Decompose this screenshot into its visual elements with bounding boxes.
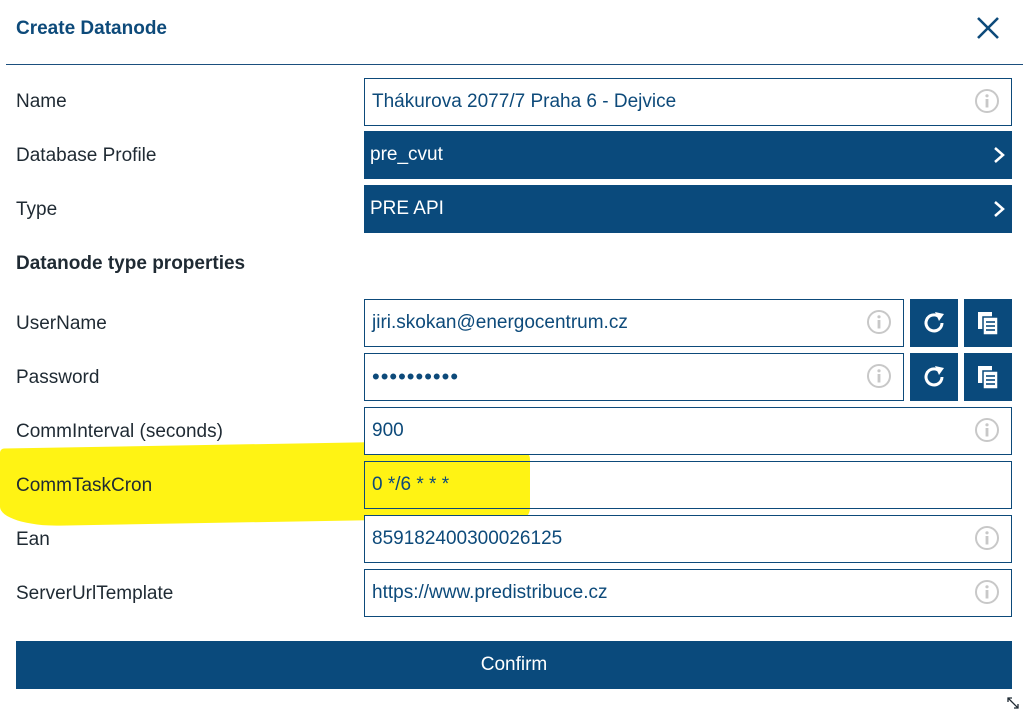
- copy-icon: [978, 366, 999, 390]
- refresh-icon: [924, 366, 944, 387]
- password-refresh-button[interactable]: [910, 353, 958, 401]
- ean-label: Ean: [16, 529, 50, 550]
- comm-task-cron-label: CommTaskCron: [16, 475, 153, 496]
- resize-handle-icon[interactable]: [1006, 696, 1020, 710]
- comm-interval-value: 900: [372, 420, 404, 441]
- database-profile-value: pre_cvut: [370, 144, 443, 165]
- type-select[interactable]: PRE API: [364, 185, 1012, 233]
- username-copy-button[interactable]: [964, 299, 1012, 347]
- info-icon[interactable]: [867, 364, 891, 388]
- password-label: Password: [16, 367, 100, 388]
- username-label: UserName: [16, 313, 107, 334]
- comm-interval-input[interactable]: 900: [364, 407, 1012, 455]
- copy-icon: [978, 312, 999, 336]
- info-icon[interactable]: [975, 526, 999, 550]
- info-icon[interactable]: [867, 310, 891, 334]
- username-value: jiri.skokan@energocentrum.cz: [372, 312, 628, 333]
- password-input[interactable]: ••••••••••: [364, 353, 904, 401]
- confirm-button[interactable]: Confirm: [16, 641, 1012, 689]
- username-input[interactable]: jiri.skokan@energocentrum.cz: [364, 299, 904, 347]
- type-value: PRE API: [370, 198, 444, 219]
- chevron-right-icon: [994, 201, 1005, 217]
- server-url-template-input[interactable]: https://www.predistribuce.cz: [364, 569, 1012, 617]
- dialog-title: Create Datanode: [16, 18, 167, 39]
- dialog-header: Create Datanode: [0, 0, 1023, 64]
- server-url-template-value: https://www.predistribuce.cz: [372, 582, 608, 603]
- close-button[interactable]: [970, 10, 1006, 46]
- name-label: Name: [16, 91, 67, 112]
- server-url-template-label: ServerUrlTemplate: [16, 583, 174, 604]
- type-label: Type: [16, 199, 58, 220]
- info-icon[interactable]: [975, 89, 999, 113]
- name-input[interactable]: Thákurova 2077/7 Praha 6 - Dejvice: [364, 78, 1012, 126]
- comm-interval-label: CommInterval (seconds): [16, 421, 223, 442]
- comm-task-cron-value: 0 */6 * * *: [372, 474, 450, 495]
- refresh-icon: [924, 312, 944, 333]
- database-profile-select[interactable]: pre_cvut: [364, 131, 1012, 179]
- info-icon[interactable]: [975, 418, 999, 442]
- name-value: Thákurova 2077/7 Praha 6 - Dejvice: [372, 91, 677, 112]
- password-copy-button[interactable]: [964, 353, 1012, 401]
- comm-task-cron-input[interactable]: 0 */6 * * *: [364, 461, 1012, 509]
- info-icon[interactable]: [975, 580, 999, 604]
- ean-input[interactable]: 859182400300026125: [364, 515, 1012, 563]
- header-divider: [6, 64, 1023, 65]
- chevron-right-icon: [994, 147, 1005, 163]
- section-title: Datanode type properties: [16, 253, 246, 274]
- password-value: ••••••••••: [372, 364, 460, 389]
- ean-value: 859182400300026125: [372, 528, 563, 549]
- username-refresh-button[interactable]: [910, 299, 958, 347]
- database-profile-label: Database Profile: [16, 145, 157, 166]
- close-icon: [977, 17, 999, 39]
